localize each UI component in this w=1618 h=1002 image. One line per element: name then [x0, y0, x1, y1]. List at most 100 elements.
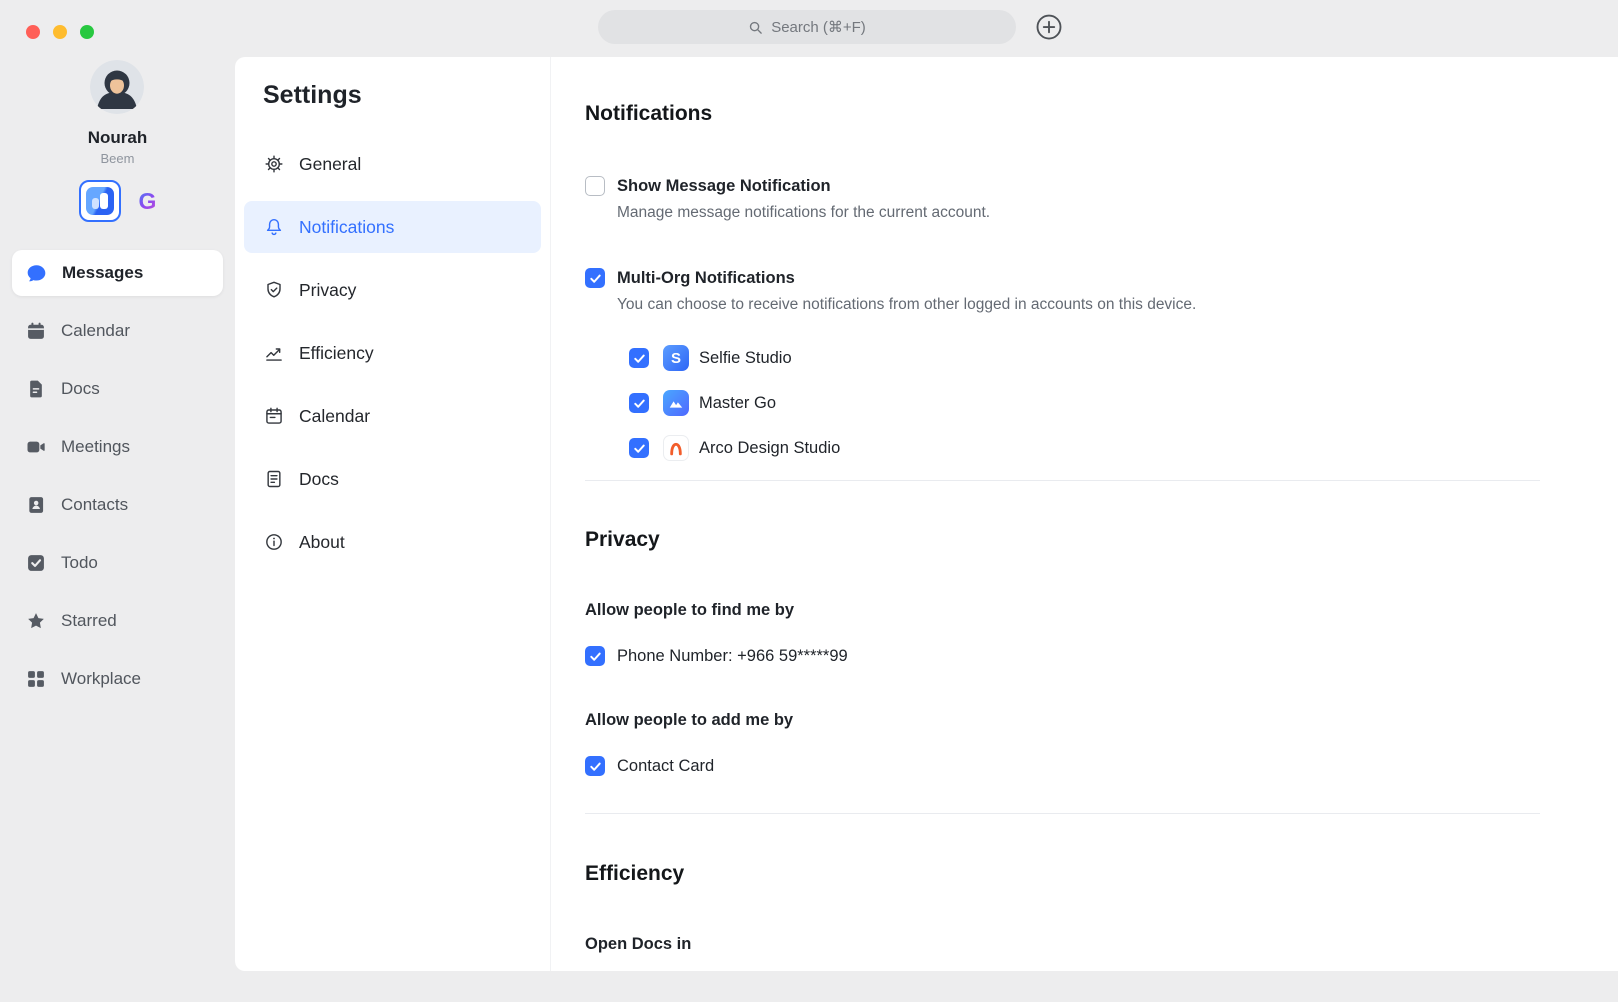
calendar-outline-icon — [264, 406, 284, 426]
sidebar-item-label: Meetings — [61, 437, 130, 457]
sidebar-item-label: Messages — [62, 263, 143, 283]
multi-org-notifications-option: Multi-Org Notifications — [585, 267, 1618, 289]
settings-item-about[interactable]: About — [244, 516, 541, 568]
show-message-notification-description: Manage message notifications for the cur… — [617, 203, 1618, 223]
search-placeholder: Search (⌘+F) — [771, 18, 866, 36]
master-go-checkbox[interactable] — [629, 393, 649, 413]
sidebar-item-starred[interactable]: Starred — [12, 598, 223, 644]
gear-icon — [264, 154, 284, 174]
sidebar-item-docs[interactable]: Docs — [12, 366, 223, 412]
check-icon — [633, 397, 646, 410]
open-docs-in-label: Open Docs in — [585, 933, 1618, 955]
sidebar-item-label: Starred — [61, 611, 117, 631]
beem-org-icon — [86, 187, 114, 215]
settings-item-general[interactable]: General — [244, 138, 541, 190]
check-icon — [589, 650, 602, 663]
settings-item-privacy[interactable]: Privacy — [244, 264, 541, 316]
avatar[interactable] — [90, 60, 144, 114]
org-option-arco-design-studio: Arco Design Studio — [629, 435, 1618, 461]
sidebar-item-label: Calendar — [61, 321, 130, 341]
settings-item-label: Notifications — [299, 217, 394, 238]
check-icon — [589, 272, 602, 285]
section-divider — [585, 480, 1540, 481]
search-icon — [748, 20, 763, 35]
arco-design-studio-checkbox[interactable] — [629, 438, 649, 458]
app-sidebar: Nourah Beem G Messages Calendar — [0, 42, 235, 1002]
minimize-window-button[interactable] — [53, 25, 67, 39]
close-window-button[interactable] — [26, 25, 40, 39]
sidebar-item-calendar[interactable]: Calendar — [12, 308, 223, 354]
add-me-by-label: Allow people to add me by — [585, 709, 1618, 731]
contact-card-option: Contact Card — [585, 755, 1618, 777]
sidebar-item-label: Todo — [61, 553, 98, 573]
check-icon — [633, 442, 646, 455]
plus-circle-icon — [1034, 12, 1064, 42]
efficiency-heading: Efficiency — [585, 861, 1618, 887]
check-icon — [633, 352, 646, 365]
show-message-notification-option: Show Message Notification — [585, 175, 1618, 197]
settings-content: Notifications Show Message Notification … — [551, 57, 1618, 971]
privacy-heading: Privacy — [585, 527, 1618, 553]
settings-panel: Settings General Notifications Privacy — [235, 57, 1618, 971]
zoom-window-button[interactable] — [80, 25, 94, 39]
settings-item-notifications[interactable]: Notifications — [244, 201, 541, 253]
bell-icon — [264, 217, 284, 237]
shield-icon — [264, 280, 284, 300]
settings-item-label: Calendar — [299, 406, 370, 427]
settings-title: Settings — [263, 81, 550, 110]
find-me-by-label: Allow people to find me by — [585, 599, 1618, 621]
org-beem-button[interactable] — [79, 180, 121, 222]
phone-number-checkbox[interactable] — [585, 646, 605, 666]
check-icon — [589, 760, 602, 773]
sidebar-item-contacts[interactable]: Contacts — [12, 482, 223, 528]
sidebar-item-todo[interactable]: Todo — [12, 540, 223, 586]
messages-icon — [26, 263, 47, 284]
org-option-master-go: Master Go — [629, 390, 1618, 416]
org-option-label: Selfie Studio — [699, 349, 792, 368]
master-go-app-icon — [663, 390, 689, 416]
phone-number-label: Phone Number: +966 59*****99 — [617, 645, 848, 667]
notifications-heading: Notifications — [585, 101, 1618, 127]
calendar-icon — [26, 321, 46, 341]
selfie-studio-checkbox[interactable] — [629, 348, 649, 368]
window-controls — [26, 25, 94, 39]
todo-icon — [26, 553, 46, 573]
document-icon — [264, 469, 284, 489]
multi-org-notifications-checkbox[interactable] — [585, 268, 605, 288]
sidebar-item-label: Contacts — [61, 495, 128, 515]
section-divider — [585, 813, 1540, 814]
sidebar-item-messages[interactable]: Messages — [12, 250, 223, 296]
avatar-image — [90, 60, 144, 114]
settings-item-calendar[interactable]: Calendar — [244, 390, 541, 442]
multi-org-notifications-description: You can choose to receive notifications … — [617, 295, 1618, 315]
sidebar-item-label: Docs — [61, 379, 100, 399]
org-option-label: Arco Design Studio — [699, 439, 840, 458]
settings-item-efficiency[interactable]: Efficiency — [244, 327, 541, 379]
arco-design-studio-app-icon — [663, 435, 689, 461]
multi-org-list: S Selfie Studio Master Go Arco D — [585, 345, 1618, 461]
settings-item-label: Efficiency — [299, 343, 374, 364]
add-button[interactable] — [1033, 11, 1064, 42]
docs-icon — [26, 379, 46, 399]
multi-org-notifications-label: Multi-Org Notifications — [617, 267, 795, 289]
sidebar-item-meetings[interactable]: Meetings — [12, 424, 223, 470]
org-option-label: Master Go — [699, 394, 776, 413]
user-org-label: Beem — [0, 151, 235, 166]
search-input[interactable]: Search (⌘+F) — [598, 10, 1016, 44]
contacts-icon — [26, 495, 46, 515]
phone-number-option: Phone Number: +966 59*****99 — [585, 645, 1618, 667]
sidebar-item-label: Workplace — [61, 669, 141, 689]
sidebar-item-workplace[interactable]: Workplace — [12, 656, 223, 702]
settings-item-label: Privacy — [299, 280, 356, 301]
settings-nav: Settings General Notifications Privacy — [235, 57, 551, 971]
contact-card-checkbox[interactable] — [585, 756, 605, 776]
org-g-button[interactable]: G — [139, 190, 157, 213]
show-message-notification-checkbox[interactable] — [585, 176, 605, 196]
settings-item-label: General — [299, 154, 361, 175]
user-name: Nourah — [0, 128, 235, 148]
settings-item-label: About — [299, 532, 345, 553]
org-option-selfie-studio: S Selfie Studio — [629, 345, 1618, 371]
settings-item-docs[interactable]: Docs — [244, 453, 541, 505]
sidebar-nav: Messages Calendar Docs Meetin — [0, 250, 235, 714]
contact-card-label: Contact Card — [617, 755, 714, 777]
